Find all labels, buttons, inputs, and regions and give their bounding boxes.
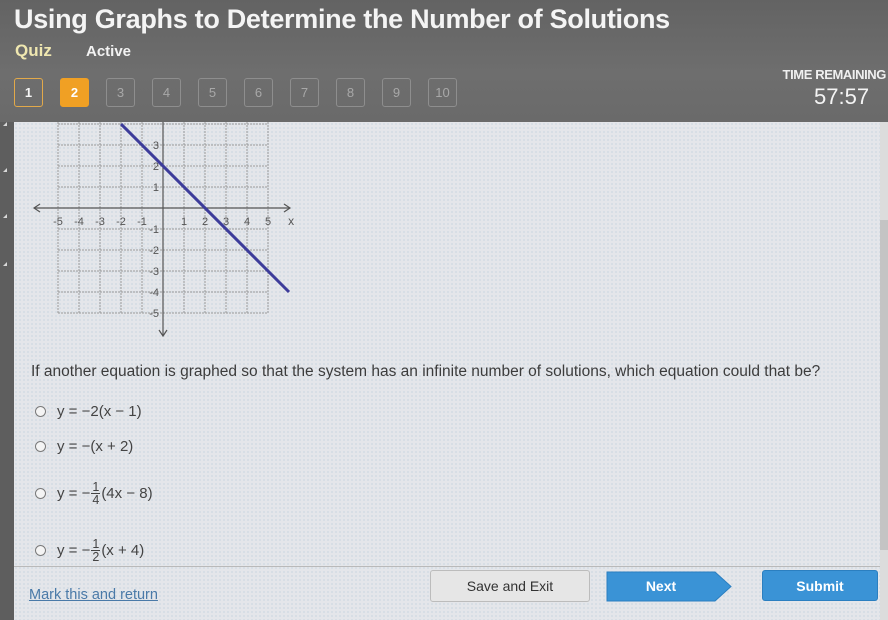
answer-option-4[interactable]: y = − 1 2 (x + 4) (35, 538, 144, 563)
resize-corner-icon (3, 214, 7, 218)
question-nav-button-7[interactable]: 7 (290, 78, 319, 107)
fraction-denominator: 2 (92, 550, 100, 564)
quiz-header: Using Graphs to Determine the Number of … (0, 0, 888, 122)
y-tick-label: -5 (149, 308, 159, 320)
quiz-type-label: Quiz (15, 41, 52, 60)
submit-button[interactable]: Submit (762, 570, 878, 601)
question-prompt: If another equation is graphed so that t… (31, 363, 821, 380)
scrollbar-thumb[interactable] (880, 220, 888, 550)
x-tick-label: -4 (74, 216, 84, 228)
x-tick-label: -1 (137, 216, 147, 228)
y-tick-label: -1 (149, 224, 159, 236)
radio-button[interactable] (35, 406, 46, 417)
question-nav-button-1[interactable]: 1 (14, 78, 43, 107)
equation-suffix: (x + 4) (101, 542, 145, 559)
time-remaining-label: TIME REMAINING (782, 67, 887, 82)
x-tick-label: 4 (244, 216, 250, 228)
question-nav-button-10[interactable]: 10 (428, 78, 457, 107)
question-nav-button-5[interactable]: 5 (198, 78, 227, 107)
mark-and-return-link[interactable]: Mark this and return (29, 587, 158, 603)
resize-corner-icon (3, 122, 7, 126)
equation-prefix: y = − (57, 485, 91, 502)
y-tick-label: -2 (149, 245, 159, 257)
x-tick-label: 1 (181, 216, 187, 228)
quiz-status-label: Active (86, 43, 132, 60)
radio-button[interactable] (35, 441, 46, 452)
equation: y = − 1 2 (x + 4) (57, 538, 145, 564)
fraction: 1 4 (91, 481, 101, 507)
next-button-label: Next (645, 578, 677, 594)
fraction-denominator: 4 (92, 493, 100, 507)
resize-corner-icon (3, 262, 7, 266)
footer-divider (14, 566, 880, 567)
y-tick-label: -3 (149, 266, 159, 278)
radio-button[interactable] (35, 545, 46, 556)
left-edge-strip (0, 122, 14, 620)
question-nav-button-9[interactable]: 9 (382, 78, 411, 107)
page-title: Using Graphs to Determine the Number of … (14, 4, 670, 34)
resize-corner-icon (3, 168, 7, 172)
time-remaining-value: 57:57 (814, 84, 870, 109)
question-nav-button-2[interactable]: 2 (60, 78, 89, 107)
equation: y = − 1 4 (4x − 8) (57, 481, 153, 507)
answer-option-3[interactable]: y = − 1 4 (4x − 8) (35, 481, 153, 506)
x-axis-label: x (288, 214, 294, 228)
x-tick-label: 5 (265, 216, 271, 228)
answer-option-2[interactable]: y = −(x + 2) (35, 438, 133, 455)
radio-button[interactable] (35, 488, 46, 499)
next-button[interactable]: Next (605, 571, 733, 602)
x-tick-label: 2 (202, 216, 208, 228)
equation-text: y = −2(x − 1) (57, 403, 142, 420)
y-tick-label: -4 (149, 287, 159, 299)
question-nav-button-3[interactable]: 3 (106, 78, 135, 107)
equation-text: y = −(x + 2) (57, 438, 134, 455)
x-tick-label: -3 (95, 216, 105, 228)
equation-suffix: (4x − 8) (101, 485, 153, 502)
save-and-exit-button[interactable]: Save and Exit (430, 570, 590, 602)
question-nav-button-8[interactable]: 8 (336, 78, 365, 107)
equation-prefix: y = − (57, 542, 91, 559)
coordinate-graph: -5 -4 -3 -2 -1 1 2 3 4 5 x123-1-2-3-4-5 (32, 122, 294, 338)
y-tick-label: 3 (153, 140, 159, 152)
question-nav-button-6[interactable]: 6 (244, 78, 273, 107)
x-tick-label: -2 (116, 216, 126, 228)
answer-option-1[interactable]: y = −2(x − 1) (35, 403, 142, 420)
y-tick-label: 1 (153, 182, 159, 194)
fraction: 1 2 (91, 538, 101, 564)
question-nav-button-4[interactable]: 4 (152, 78, 181, 107)
x-tick-label: -5 (53, 216, 63, 228)
